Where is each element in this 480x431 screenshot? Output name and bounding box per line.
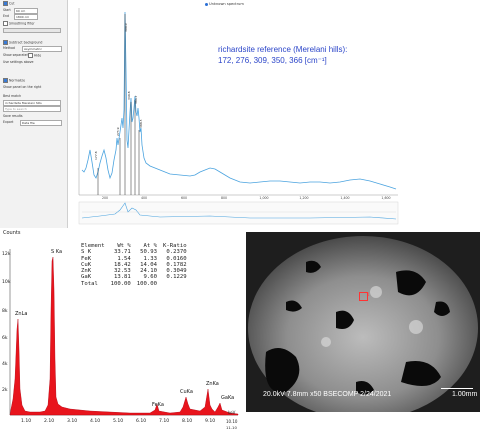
export-label: Export — [3, 120, 14, 124]
peak-label-ga: GaKa — [221, 395, 235, 401]
normalize-checkbox[interactable] — [3, 78, 8, 83]
subtract-background-option[interactable]: Subtract background — [3, 40, 42, 45]
composition-table: Element Wt % At % K-Ratio S K 33.71 50.9… — [78, 243, 190, 287]
filter-input[interactable]: Type to search — [3, 106, 61, 112]
table-total-row: Total 100.00 100.00 — [78, 281, 190, 287]
cut-checkbox[interactable] — [3, 1, 8, 6]
scale-bar-label: 1.00mm — [452, 391, 478, 398]
sem-image — [246, 232, 480, 412]
raman-x-tick: 1,400 — [340, 196, 349, 200]
show-separately-label: Show separately — [3, 53, 30, 57]
eds-x-unit: keV — [228, 410, 236, 415]
peak-label: 349.8 — [127, 91, 131, 100]
raman-spectrum-plot: 177.8 275.9 309.0 349.8 366.7 388.5 200 … — [78, 8, 399, 225]
peak-label-zn-k: ZnKa — [206, 381, 219, 387]
raman-x-tick: 800 — [221, 196, 227, 200]
eds-x-tick: 1.10 — [21, 419, 32, 424]
eds-x-tick: 11.10 — [226, 425, 237, 430]
settings-sidebar: Cut Start 60 cm End 1800 cm Smoothing fi… — [0, 0, 68, 228]
raman-x-tick: 600 — [181, 196, 187, 200]
cut-header[interactable]: Cut — [3, 1, 15, 6]
sem-micrograph — [246, 232, 480, 412]
peak-label: 177.8 — [94, 151, 98, 160]
table-cell — [160, 281, 190, 287]
reference-peaks: 172, 276, 309, 350, 366 [cm⁻¹] — [218, 56, 327, 65]
normalize-option[interactable]: Normalize — [3, 78, 25, 83]
peak-label: 275.9 — [116, 127, 120, 136]
smoothing-option[interactable]: Smoothing filter — [3, 21, 35, 26]
end-label: End — [3, 14, 10, 18]
show-panel-label: Show panel on the right — [3, 85, 42, 89]
peak-label: 309.0 — [124, 23, 128, 32]
peak-reference-lines — [97, 14, 140, 195]
eds-x-tick: 3.10 — [67, 419, 78, 424]
table-cell: 100.00 — [136, 280, 158, 287]
eds-x-tick: 4.10 — [90, 419, 101, 424]
subtract-bg-checkbox[interactable] — [3, 40, 8, 45]
end-input[interactable]: 1800 cm — [14, 14, 38, 20]
raman-x-tick: 1,600 — [381, 196, 390, 200]
sem-info-bar: 20.0kV 7.8mm x50 BSECOMP 2/24/2021 — [263, 391, 392, 398]
table-cell: 100.00 — [110, 280, 131, 287]
save-results-label: Save results — [3, 114, 23, 118]
raman-x-tick: 400 — [141, 196, 147, 200]
peak-label: 388.5 — [139, 119, 143, 128]
raman-x-tick: 1,000 — [259, 196, 268, 200]
raman-x-tick: 200 — [102, 196, 108, 200]
eds-x-tick: 8.10 — [182, 419, 193, 424]
method-select[interactable]: Asymmetric — [22, 46, 62, 52]
peak-label-zn-l: ZnLa — [15, 311, 28, 317]
eds-x-tick: 7.10 — [159, 419, 170, 424]
peak-label: 366.7 — [134, 95, 138, 104]
reference-annotation: richardsite reference (Merelani hills): … — [218, 44, 393, 66]
table-cell: Total — [81, 280, 98, 287]
eds-x-tick: 6.10 — [136, 419, 147, 424]
peak-label-cu: CuKa — [180, 389, 193, 395]
eds-x-tick: 5.10 — [113, 419, 124, 424]
peak-label-fe: FeKa — [152, 402, 164, 408]
start-label: Start — [3, 8, 11, 12]
hide-checkbox[interactable] — [28, 53, 33, 58]
use-settings-link[interactable]: Use settings above — [3, 60, 33, 65]
eds-x-tick: 10.10 — [226, 419, 238, 424]
eds-x-tick: 2.10 — [44, 419, 55, 424]
hide-option[interactable]: Hide — [28, 53, 41, 58]
eds-x-tick: 9.10 — [205, 419, 216, 424]
smoothing-checkbox[interactable] — [3, 21, 8, 26]
eds-spectrum-panel: Counts 12k 10k 8k 6k 4k 2k S Ka ZnLa FeK… — [0, 229, 240, 431]
export-select[interactable]: Data file — [20, 120, 62, 126]
method-label: Method — [3, 46, 15, 50]
overview-strip — [78, 201, 399, 225]
best-match-label: Best match — [3, 94, 22, 98]
smoothing-slider[interactable] — [3, 28, 61, 33]
analysis-point-label: 1 — [367, 292, 370, 297]
reference-title: richardsite reference (Merelani hills): — [218, 45, 348, 54]
raman-x-tick: 1,200 — [299, 196, 308, 200]
scale-bar — [441, 388, 473, 390]
peak-label-s: S Ka — [51, 249, 63, 255]
raman-app-window: Cut Start 60 cm End 1800 cm Smoothing fi… — [0, 0, 480, 228]
